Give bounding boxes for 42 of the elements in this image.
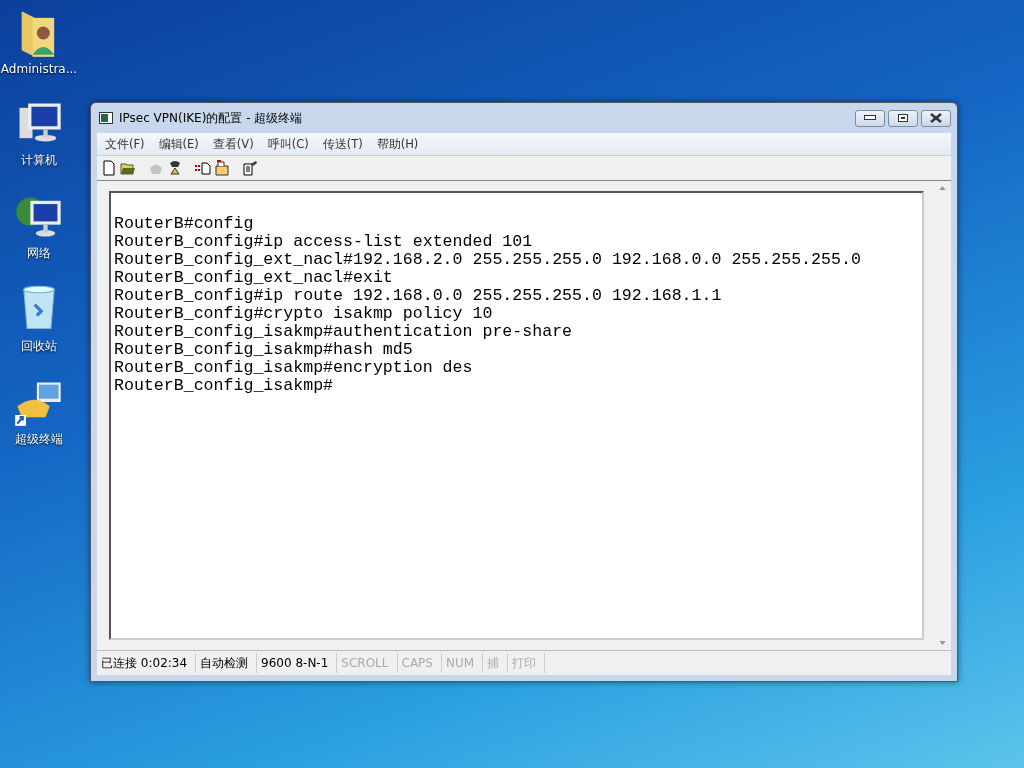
- terminal-line: RouterB_config_isakmp#authentication pre-share: [114, 323, 574, 341]
- menu-item[interactable]: 查看(V): [212, 136, 254, 152]
- menu-item[interactable]: 编辑(E): [158, 136, 199, 152]
- close-icon: [930, 113, 942, 123]
- new-document-icon[interactable]: [101, 160, 117, 176]
- terminal-line: RouterB_config#crypto isakmp policy 10: [114, 305, 494, 323]
- properties-icon[interactable]: [242, 160, 258, 176]
- open-folder-icon[interactable]: [120, 160, 136, 176]
- status-bar-field: 9600 8-N-1: [257, 653, 338, 673]
- desktop-icon-label[interactable]: Administra...: [0, 62, 78, 76]
- status-bar-field: 已连接 0:02:34: [97, 653, 197, 673]
- status-bar-field: SCROLL: [337, 653, 398, 673]
- status-bar-field: 自动检测: [196, 653, 258, 673]
- terminal-screen[interactable]: [109, 191, 924, 640]
- desktop-icon-label[interactable]: 网络: [27, 245, 51, 262]
- desktop-icon-label[interactable]: 回收站: [21, 338, 57, 355]
- maximize-icon: [898, 114, 908, 122]
- desktop-icon-label[interactable]: 超级终端: [15, 431, 63, 448]
- terminal-line: RouterB_config_ext_nacl#192.168.2.0 255.255.255.0 192.168.0.0 255.255.255.0: [114, 251, 862, 269]
- terminal-line: RouterB_config#ip route 192.168.0.0 255.255.255.0 192.168.1.1: [114, 287, 723, 305]
- terminal-line: RouterB_config#ip access-list extended 101: [114, 233, 534, 251]
- window-title: IPsec VPN(IKE)的配置 - 超级终端: [119, 109, 304, 127]
- minimize-icon: [864, 115, 876, 121]
- status-bar-field: NUM: [441, 653, 484, 673]
- status-bar-field: 捕: [483, 653, 509, 673]
- menu-item[interactable]: 传送(T): [322, 136, 363, 152]
- menu-item[interactable]: 文件(F): [105, 136, 145, 152]
- status-bar-field: CAPS: [397, 653, 442, 673]
- terminal-line: RouterB_config_isakmp#encryption des: [114, 359, 474, 377]
- status-bar-field: 打印: [508, 653, 546, 673]
- terminal-app-icon: [99, 112, 113, 124]
- close-button[interactable]: [921, 109, 951, 127]
- menu-item[interactable]: 帮助(H): [376, 136, 419, 152]
- desktop-icon-label[interactable]: 计算机: [21, 152, 57, 169]
- menu-item[interactable]: 呼叫(C): [267, 136, 309, 152]
- terminal-line: RouterB_config_isakmp#: [114, 377, 335, 395]
- terminal-line: RouterB_config_isakmp#hash md5: [114, 341, 414, 359]
- terminal-line: RouterB#config: [114, 215, 255, 233]
- send-file-icon[interactable]: [195, 160, 211, 176]
- maximize-button[interactable]: [888, 109, 918, 127]
- terminal-line: RouterB_config_ext_nacl#exit: [114, 269, 394, 287]
- minimize-button[interactable]: [855, 109, 885, 127]
